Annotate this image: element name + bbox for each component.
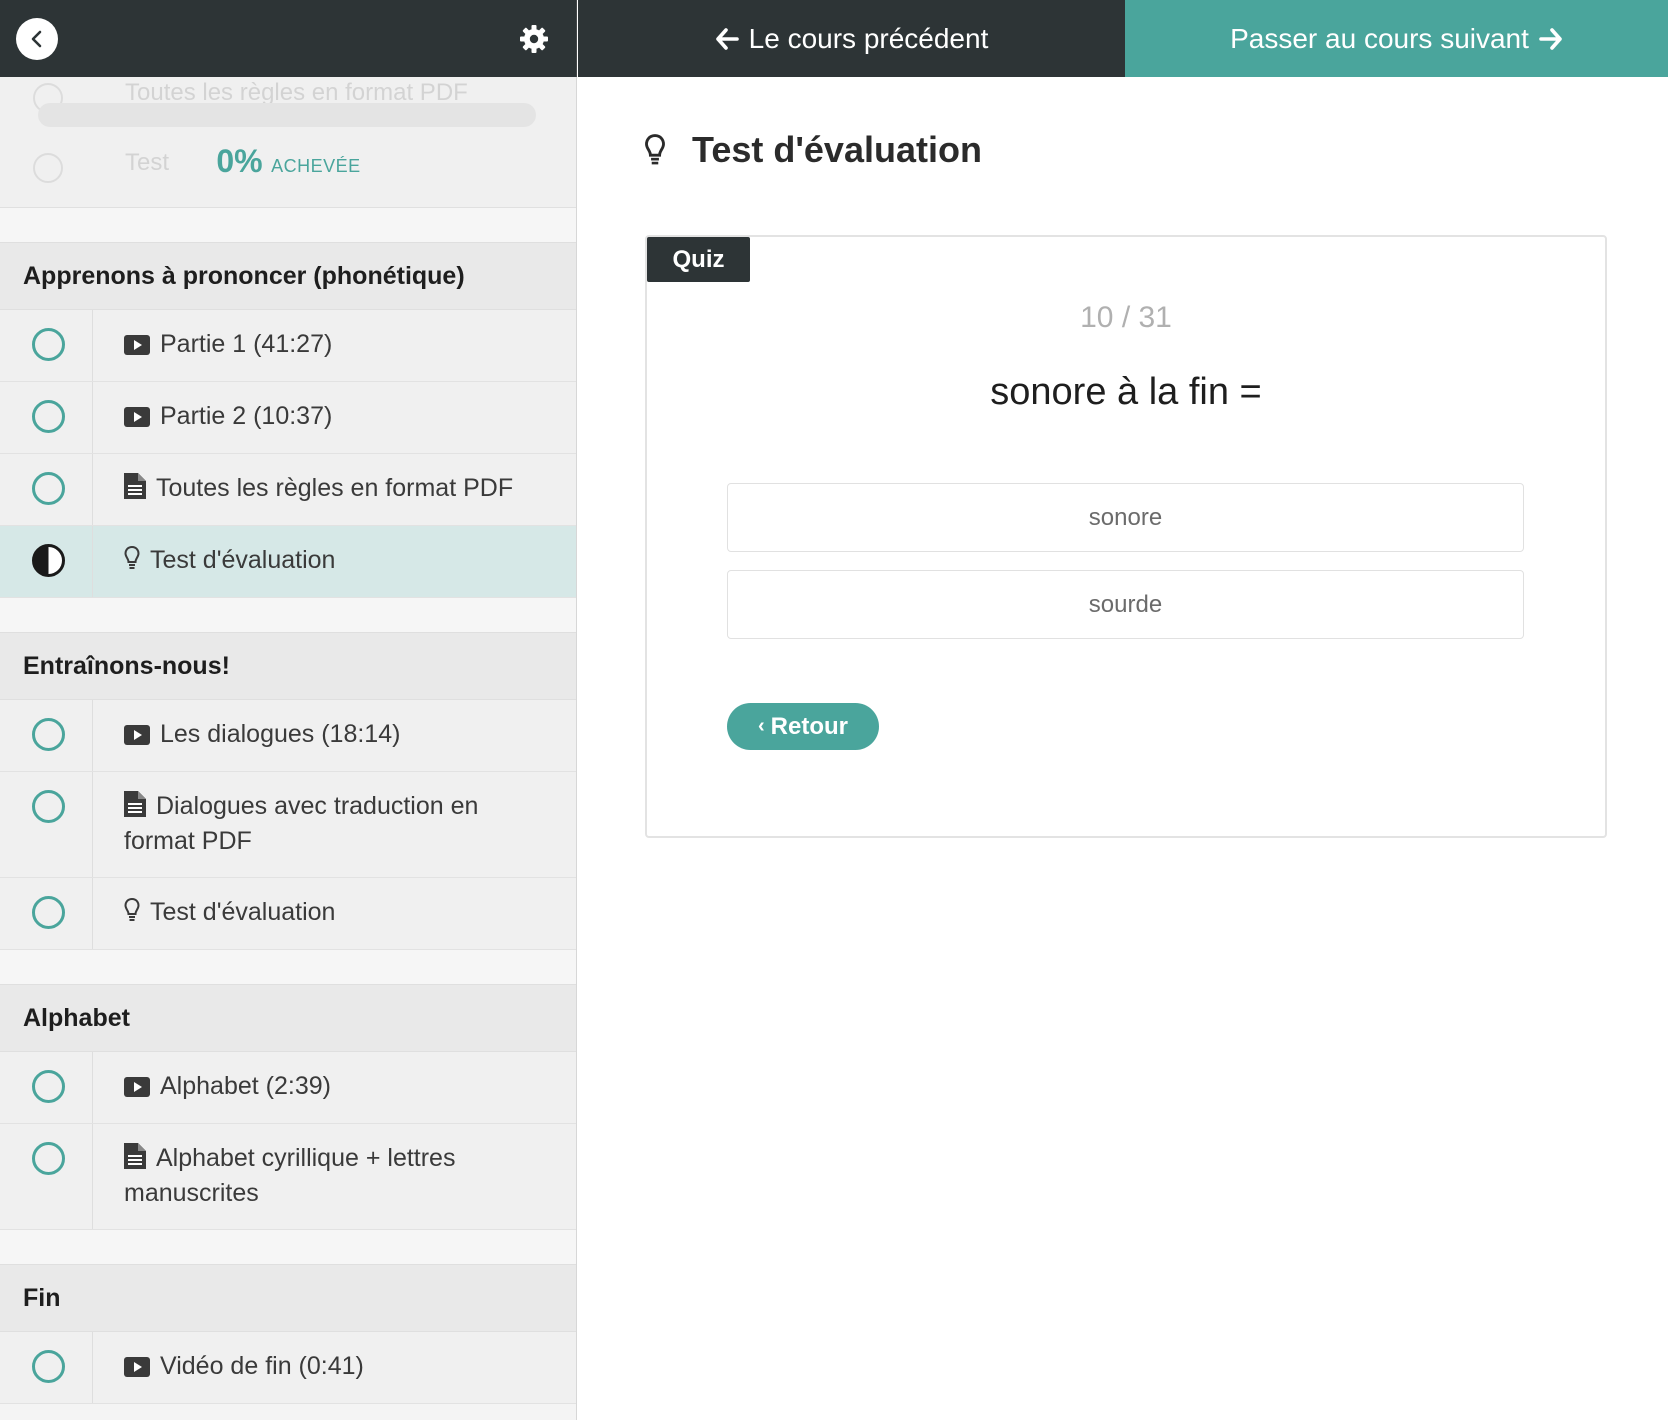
- section-gap: [0, 598, 576, 632]
- section-header: Entraînons-nous!: [0, 632, 576, 700]
- top-bar: Le cours précédent Passer au cours suiva…: [0, 0, 1668, 77]
- lesson-label: Partie 2 (10:37): [160, 402, 333, 430]
- gear-icon: [520, 25, 548, 53]
- chevron-left-icon: [31, 30, 42, 48]
- answer-option[interactable]: sonore: [727, 483, 1524, 552]
- lesson-item[interactable]: Vidéo de fin (0:41): [0, 1332, 576, 1404]
- status-in-progress-icon: [32, 544, 65, 577]
- section-header: Apprenons à prononcer (phonétique): [0, 242, 576, 310]
- document-icon: [124, 791, 146, 817]
- status-not-started-icon: [32, 896, 65, 929]
- previous-lesson-label: Le cours précédent: [748, 22, 989, 54]
- section-gap: [0, 208, 576, 242]
- lesson-label: Vidéo de fin (0:41): [160, 1352, 364, 1380]
- sidebar-header: [0, 0, 577, 77]
- lightbulb-icon: [645, 134, 665, 165]
- lesson-label: Les dialogues (18:14): [160, 720, 401, 748]
- lesson-content: Test d'évaluation Quiz 10 / 31 sonore à …: [578, 77, 1668, 1420]
- status-not-started-icon: [32, 1142, 65, 1175]
- lesson-label: Test d'évaluation: [150, 546, 336, 574]
- lesson-item[interactable]: Partie 1 (41:27): [0, 310, 576, 382]
- chevron-left-icon: ‹: [757, 715, 765, 737]
- lightbulb-icon: [124, 545, 140, 569]
- lesson-item[interactable]: Alphabet cyrillique + lettres manuscrite…: [0, 1124, 576, 1230]
- status-not-started-icon: [32, 328, 65, 361]
- back-to-previous-question-button[interactable]: ‹ Retour: [727, 703, 879, 750]
- video-play-icon: [124, 725, 150, 745]
- lesson-status-cell: [0, 1052, 93, 1123]
- lesson-status-cell: [0, 878, 93, 949]
- lesson-status-cell: [0, 526, 93, 597]
- section-gap: [0, 1230, 576, 1264]
- quiz-badge: Quiz: [647, 237, 750, 282]
- status-not-started-icon: [32, 472, 65, 505]
- progress-bar: [38, 103, 536, 127]
- back-button-label: Retour: [770, 712, 848, 740]
- status-not-started-icon: [32, 400, 65, 433]
- status-not-started-icon: [32, 1070, 65, 1103]
- lesson-label: Partie 1 (41:27): [160, 330, 333, 358]
- lesson-item[interactable]: Test d'évaluation: [0, 878, 576, 950]
- answer-option[interactable]: sourde: [727, 570, 1524, 639]
- status-not-started-icon: [32, 1350, 65, 1383]
- lesson-status-cell: [0, 700, 93, 771]
- lesson-label: Alphabet (2:39): [160, 1072, 331, 1100]
- lightbulb-icon: [124, 897, 140, 921]
- progress-label: 0% ACHEVÉE: [0, 143, 576, 180]
- lesson-item[interactable]: Dialogues avec traduction en format PDF: [0, 772, 576, 878]
- lesson-item[interactable]: Les dialogues (18:14): [0, 700, 576, 772]
- section-header: Alphabet: [0, 984, 576, 1052]
- lesson-label: Alphabet cyrillique + lettres manuscrite…: [124, 1144, 456, 1207]
- quiz-card: Quiz 10 / 31 sonore à la fin = sonore so…: [645, 235, 1607, 838]
- section-gap: [0, 950, 576, 984]
- lesson-status-cell: [0, 382, 93, 453]
- lesson-item[interactable]: Alphabet (2:39): [0, 1052, 576, 1124]
- document-icon: [124, 473, 146, 499]
- lesson-item[interactable]: Partie 2 (10:37): [0, 382, 576, 454]
- quiz-question: sonore à la fin =: [990, 371, 1262, 413]
- lesson-item[interactable]: Toutes les règles en format PDF: [0, 454, 576, 526]
- progress-word: ACHEVÉE: [271, 156, 361, 176]
- progress-percent: 0%: [216, 143, 263, 179]
- next-lesson-label: Passer au cours suivant: [1230, 22, 1529, 54]
- video-play-icon: [124, 1077, 150, 1097]
- video-play-icon: [124, 1357, 150, 1377]
- lesson-label: Toutes les règles en format PDF: [156, 474, 514, 502]
- lesson-label: Test d'évaluation: [150, 898, 336, 926]
- lesson-item-active[interactable]: Test d'évaluation: [0, 526, 576, 598]
- lesson-status-cell: [0, 454, 93, 525]
- back-button[interactable]: [16, 18, 58, 60]
- section-header: Fin: [0, 1264, 576, 1332]
- lesson-status-cell: [0, 1332, 93, 1403]
- previous-lesson-button[interactable]: Le cours précédent: [578, 0, 1125, 77]
- arrow-left-icon: [715, 27, 739, 50]
- settings-button[interactable]: [519, 24, 549, 54]
- page-title-text: Test d'évaluation: [692, 129, 982, 170]
- next-lesson-button[interactable]: Passer au cours suivant: [1125, 0, 1668, 77]
- question-counter: 10 / 31: [1080, 301, 1172, 334]
- course-sidebar[interactable]: Toutes les règles en format PDF Test 0% …: [0, 77, 577, 1420]
- lesson-status-cell: [0, 772, 93, 877]
- lesson-label: Dialogues avec traduction en format PDF: [124, 792, 479, 855]
- page-title: Test d'évaluation: [644, 129, 982, 171]
- arrow-right-icon: [1539, 27, 1562, 50]
- document-icon: [124, 1143, 146, 1169]
- video-play-icon: [124, 407, 150, 427]
- course-progress: Toutes les règles en format PDF Test 0% …: [0, 77, 576, 208]
- status-not-started-icon: [32, 790, 65, 823]
- video-play-icon: [124, 335, 150, 355]
- status-not-started-icon: [32, 718, 65, 751]
- lesson-status-cell: [0, 310, 93, 381]
- lesson-status-cell: [0, 1124, 93, 1229]
